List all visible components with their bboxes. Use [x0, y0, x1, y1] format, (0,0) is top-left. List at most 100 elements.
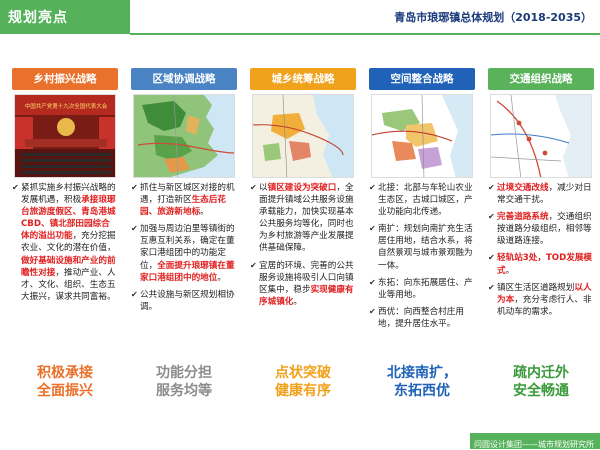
bullet-text: 紧抓实施乡村振兴战略的发展机遇，积极承接琅琊台旅游度假区、青岛港城CBD、镇北部…	[21, 182, 118, 303]
plain-text: 镇区生活区道路规划	[497, 282, 575, 293]
plain-text: 以	[259, 183, 268, 193]
spatial-plan-map	[371, 94, 473, 178]
bullet-text: 北接：北部与车轮山农业生态区，古城口城区，产业功能向北传递。	[378, 182, 475, 218]
bullet-text: 西优：向西整合村庄用地，提升居住水平。	[378, 306, 475, 330]
bullet-text: 过境交通改线，减少对日常交通干扰。	[497, 182, 594, 206]
header-divider	[130, 33, 600, 35]
bullet-check-icon: ✔	[131, 183, 138, 192]
strategy-column-traffic: 交通组织战略 ✔ 过境交通改线，减少对日常交通干扰。 ✔ 完善道路系统，交通组织按道路…	[488, 68, 594, 430]
strategy-column-regional: 区域协调战略 ✔ 抓住与新区城区对接的机遇，打造新区生态后花园、旅游新地标。 ✔ 加强…	[131, 68, 237, 430]
bullet-check-icon: ✔	[369, 224, 376, 234]
footer-org-text: 问圆设计集团——城市规划研究所	[474, 440, 594, 449]
slogan-line-1: 疏内迁外	[513, 365, 569, 381]
slogan-line-1: 北接南扩，	[387, 365, 457, 381]
highlight-text: 镇区建设为突破口	[267, 183, 337, 193]
bullet-item: ✔ 北接：北部与车轮山农业生态区，古城口城区，产业功能向北传递。	[369, 182, 475, 218]
bullet-list: ✔ 抓住与新区城区对接的机遇，打造新区生态后花园、旅游新地标。 ✔ 加强与周边泊里等镇…	[131, 182, 237, 318]
column-slogan: 功能分担 服务均等	[131, 364, 237, 400]
bullet-check-icon: ✔	[12, 183, 19, 192]
bullet-check-icon: ✔	[488, 183, 495, 192]
bullet-item: ✔ 以镇区建设为突破口，全面提升镇域公共服务设施承载能力，加快实现基本公共服务均等…	[250, 182, 356, 255]
bullet-list: ✔ 紧抓实施乡村振兴战略的发展机遇，积极承接琅琊台旅游度假区、青岛港城CBD、镇北…	[12, 182, 118, 308]
bullet-check-icon: ✔	[131, 289, 138, 299]
slogan-line-2: 东拓西优	[394, 383, 450, 399]
bullet-list: ✔ 以镇区建设为突破口，全面提升镇域公共服务设施承载能力，加快实现基本公共服务均等…	[250, 182, 356, 313]
column-title: 区域协调战略	[131, 68, 237, 90]
bullet-check-icon: ✔	[131, 224, 138, 234]
plain-text: 。	[200, 207, 209, 218]
slogan-line-2: 安全畅通	[513, 383, 569, 399]
footer-bar: 问圆设计集团——城市规划研究所	[470, 433, 600, 449]
section-title: 规划亮点	[8, 10, 68, 26]
column-slogan: 北接南扩， 东拓西优	[369, 364, 475, 400]
bullet-item: ✔ 西优：向西整合村庄用地，提升居住水平。	[369, 306, 475, 330]
bullet-item: ✔ 镇区生活区道路规划以人为本，充分考虑行人、非机动车的需求。	[488, 282, 594, 318]
bullet-check-icon: ✔	[488, 282, 495, 292]
bullet-text: 东拓：向东拓展居住、产业等用地。	[378, 277, 475, 301]
bullet-item: ✔ 完善道路系统，交通组织按道路分级组织，相邻等级道路连接。	[488, 211, 594, 247]
strategy-column-rural: 乡村振兴战略 中国共产党第十九次全国代表大会 ✔ 紧抓实施乡村振兴战略的发展机遇，…	[12, 68, 118, 430]
plain-text: ，全面提升镇域公共服务设施承载能力，加快实现基本公共服务均等化，同时也为乡村旅游…	[259, 183, 354, 254]
column-title: 乡村振兴战略	[12, 68, 118, 90]
plain-text: 西优：向西整合村庄用地，提升居住水平。	[378, 306, 464, 329]
strategy-column-urban-rural: 城乡统筹战略 ✔ 以镇区建设为突破口，全面提升镇域公共服务设施承载能力，加快实现基…	[250, 68, 356, 430]
plain-text: 。	[217, 272, 226, 283]
photo-caption: 中国共产党第十九次全国代表大会	[25, 102, 108, 110]
bullet-text: 抓住与新区城区对接的机遇，打造新区生态后花园、旅游新地标。	[140, 182, 237, 218]
header-section-tab: 规划亮点	[0, 0, 130, 34]
document-title: 青岛市琅琊镇总体规划（2018-2035）	[394, 11, 592, 24]
highlight-text: 过境交通改线	[497, 183, 549, 193]
bullet-list: ✔ 北接：北部与车轮山农业生态区，古城口城区，产业功能向北传递。 ✔ 南扩：规划向南扩…	[369, 182, 475, 335]
highlight-text: 完善道路系统	[497, 212, 549, 223]
bullet-item: ✔ 公共设施与新区规划相协调。	[131, 289, 237, 313]
slogan-line-1: 点状突破	[275, 365, 331, 381]
slogan-line-1: 积极承接	[37, 365, 93, 381]
bullet-item: ✔ 南扩：规划向南扩充生活居住用地，结合水系，将自然景观与城市景观融为一体。	[369, 223, 475, 271]
plain-text: 东拓：向东拓展居住、产业等用地。	[378, 277, 473, 300]
column-slogan: 积极承接 全面振兴	[12, 364, 118, 400]
regional-map	[133, 94, 235, 178]
slogan-line-2: 健康有序	[275, 383, 331, 399]
plain-text: 公共设施与新区规划相协调。	[140, 289, 235, 312]
bullet-check-icon: ✔	[488, 212, 495, 222]
bullet-item: ✔ 抓住与新区城区对接的机遇，打造新区生态后花园、旅游新地标。	[131, 182, 237, 218]
bullet-text: 加强与周边泊里等镇街的互惠互利关系，确定在董家口港组团中的功能定位，全面提升琅琊…	[140, 223, 237, 283]
bullet-text: 宜居的环境、完善的公共服务设施将吸引人口向镇区集中，稳步实现健康有序城镇化。	[259, 260, 356, 308]
bullet-item: ✔ 加强与周边泊里等镇街的互惠互利关系，确定在董家口港组团中的功能定位，全面提升琅…	[131, 223, 237, 283]
bullet-item: ✔ 轻轨站3处，TOD发展模式。	[488, 252, 594, 276]
bullet-check-icon: ✔	[369, 277, 376, 287]
bullet-text: 南扩：规划向南扩充生活居住用地，结合水系，将自然景观与城市景观融为一体。	[378, 223, 475, 271]
column-slogan: 疏内迁外 安全畅通	[488, 364, 594, 400]
bullet-check-icon: ✔	[369, 306, 376, 316]
plain-text: 。	[293, 296, 302, 307]
bullet-item: ✔ 紧抓实施乡村振兴战略的发展机遇，积极承接琅琊台旅游度假区、青岛港城CBD、镇北…	[12, 182, 118, 303]
slogan-line-1: 功能分担	[156, 365, 212, 381]
bullet-text: 公共设施与新区规划相协调。	[140, 289, 237, 313]
bullet-list: ✔ 过境交通改线，减少对日常交通干扰。 ✔ 完善道路系统，交通组织按道路分级组织，相邻…	[488, 182, 594, 323]
bullet-text: 以镇区建设为突破口，全面提升镇域公共服务设施承载能力，加快实现基本公共服务均等化…	[259, 182, 356, 255]
bullet-text: 轻轨站3处，TOD发展模式。	[497, 252, 594, 276]
bullet-check-icon: ✔	[488, 253, 495, 263]
footer: 问圆设计集团——城市规划研究所	[0, 428, 600, 450]
strategy-column-spatial: 空间整合战略 ✔ 北接：北部与车轮山农业生态区，古城口城区，产业功能向北传递。 ✔ 南…	[369, 68, 475, 430]
slogan-line-2: 服务均等	[156, 383, 212, 399]
plain-text: 南扩：规划向南扩充生活居住用地，结合水系，将自然景观与城市景观融为一体。	[378, 224, 473, 271]
header-bar: 规划亮点 青岛市琅琊镇总体规划（2018-2035）	[0, 0, 600, 35]
column-title: 城乡统筹战略	[250, 68, 356, 90]
congress-photo: 中国共产党第十九次全国代表大会	[14, 94, 116, 178]
plain-text: 。	[505, 265, 515, 276]
bullet-item: ✔ 东拓：向东拓展居住、产业等用地。	[369, 277, 475, 301]
bullet-item: ✔ 宜居的环境、完善的公共服务设施将吸引人口向镇区集中，稳步实现健康有序城镇化。	[250, 260, 356, 308]
column-title: 空间整合战略	[369, 68, 475, 90]
bullet-text: 镇区生活区道路规划以人为本，充分考虑行人、非机动车的需求。	[497, 282, 594, 318]
plain-text: 北接：北部与车轮山农业生态区，古城口城区，产业功能向北传递。	[378, 183, 473, 218]
bullet-text: 完善道路系统，交通组织按道路分级组织，相邻等级道路连接。	[497, 211, 594, 247]
bullet-check-icon: ✔	[250, 183, 257, 192]
bullet-check-icon: ✔	[369, 183, 376, 192]
column-slogan: 点状突破 健康有序	[250, 364, 356, 400]
bullet-item: ✔ 过境交通改线，减少对日常交通干扰。	[488, 182, 594, 206]
bullet-check-icon: ✔	[250, 260, 257, 270]
traffic-map	[490, 94, 592, 178]
column-title: 交通组织战略	[488, 68, 594, 90]
town-map	[252, 94, 354, 178]
